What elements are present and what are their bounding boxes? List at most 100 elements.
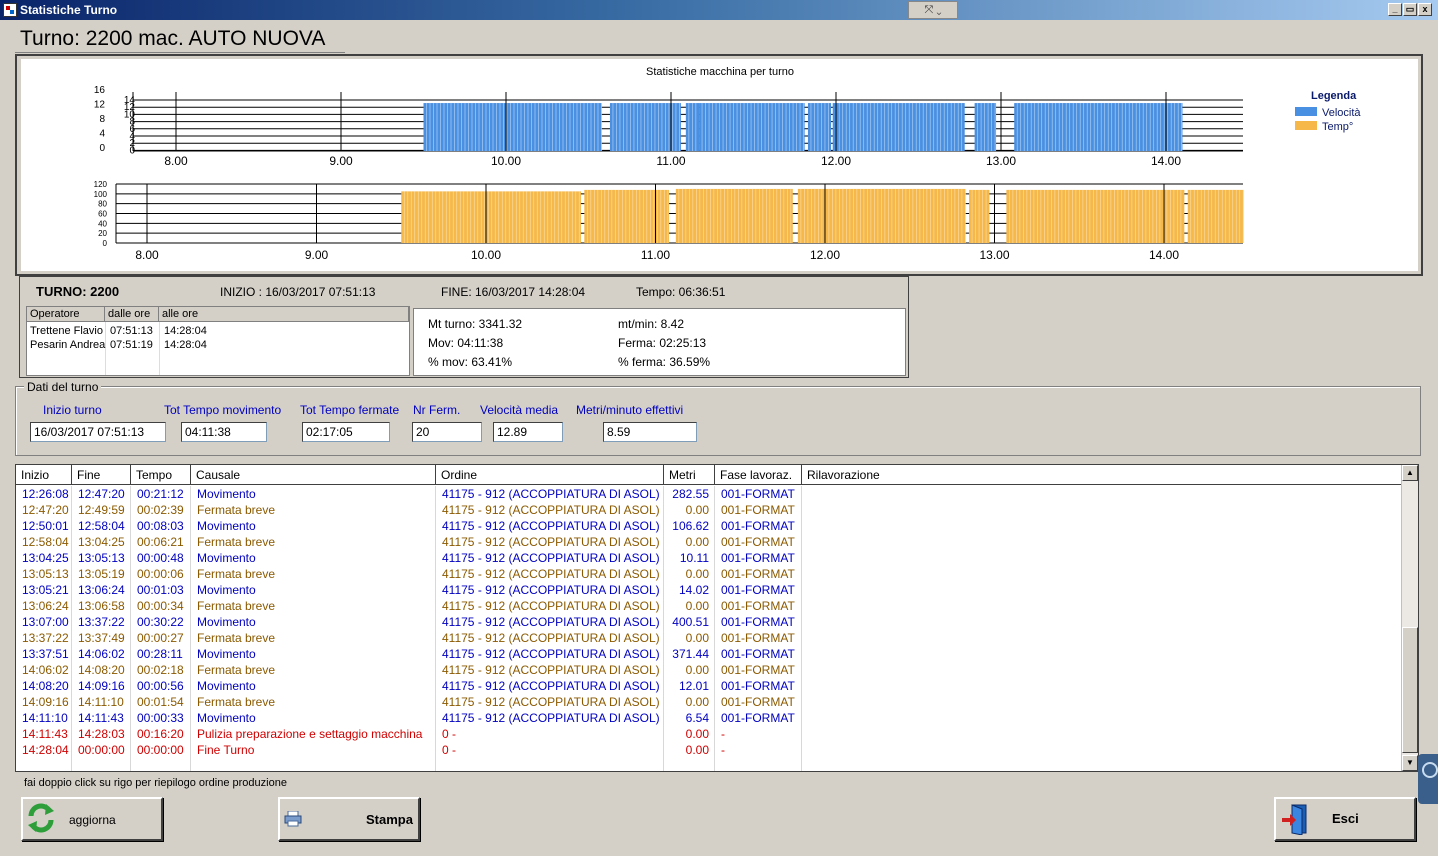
table-row[interactable]: 13:04:25 13:05:13 00:00:48 Movimento 41175 -… [16, 550, 1402, 566]
table-row[interactable]: 14:06:02 14:08:20 00:02:18 Fermata breve 411… [16, 662, 1402, 678]
grid-vertical-scrollbar[interactable]: ▲ ▼ [1401, 465, 1418, 771]
grid-hint: fai doppio click su rigo per riepilogo o… [24, 777, 287, 789]
table-cell: 0.00 [685, 535, 709, 549]
speed-x-tick: 9.00 [329, 154, 353, 168]
app-icon [3, 3, 17, 17]
table-cell: 00:00:06 [137, 567, 184, 581]
table-cell: 371.44 [672, 647, 709, 661]
temp-bar [1006, 189, 1185, 243]
table-cell: 13:04:25 [22, 551, 69, 565]
operator-from[interactable]: 07:51:19 [107, 338, 153, 352]
table-cell: 14:11:10 [78, 695, 124, 709]
table-cell: Movimento [197, 711, 256, 725]
table-row[interactable]: 14:09:16 14:11:10 00:01:54 Fermata breve 411… [16, 694, 1402, 710]
inizio-turno-field[interactable]: 16/03/2017 07:51:13 [30, 422, 166, 442]
table-row[interactable]: 14:08:20 14:09:16 00:00:56 Movimento 41175 -… [16, 678, 1402, 694]
table-cell: 282.55 [672, 487, 709, 501]
operators-table[interactable]: Operatore dalle ore alle ore Trettene Fl… [26, 306, 410, 376]
table-cell: Movimento [197, 551, 256, 565]
grid-header-causale[interactable]: Causale [191, 465, 436, 485]
table-row[interactable]: 12:47:20 12:49:59 00:02:39 Fermata breve 411… [16, 502, 1402, 518]
shift-data-group: Dati del turno Inizio turno 16/03/2017 0… [15, 380, 1421, 456]
table-row[interactable]: 14:28:04 00:00:00 00:00:00 Fine Turno 0 - 0.0… [16, 742, 1402, 758]
table-cell [802, 694, 1402, 710]
velocita-media-field[interactable]: 12.89 [493, 422, 563, 442]
grid-header-tempo[interactable]: Tempo [131, 465, 191, 485]
exit-door-icon [1282, 804, 1307, 835]
window-title: Statistiche Turno [20, 3, 118, 17]
window-titlebar: Statistiche Turno ⤧ ⌄ _ ▭ x [0, 0, 1438, 20]
maximize-button[interactable]: ▭ [1403, 3, 1417, 16]
scroll-down-icon[interactable]: ▼ [1402, 755, 1418, 771]
table-cell: 0.00 [685, 727, 709, 741]
esci-label: Esci [1332, 811, 1359, 826]
close-button[interactable]: x [1418, 3, 1432, 16]
stampa-button[interactable]: Stampa [278, 797, 420, 841]
grid-header-fase-lavoraz[interactable]: Fase lavoraz. [715, 465, 802, 485]
table-row[interactable]: 12:26:08 12:47:20 00:21:12 Movimento 41175 -… [16, 486, 1402, 502]
resize-tools-icon[interactable]: ⤧ ⌄ [908, 1, 958, 19]
events-grid[interactable]: Inizio Fine Tempo Causale Ordine Metri Fase la… [15, 464, 1419, 772]
temp-bar [584, 189, 670, 243]
operator-name[interactable]: Trettene Flavio [27, 324, 103, 338]
table-row[interactable]: 13:05:21 13:06:24 00:01:03 Movimento 41175 -… [16, 582, 1402, 598]
table-cell: 13:06:24 [22, 599, 69, 613]
table-cell: 14:11:43 [22, 727, 68, 741]
tot-fermate-field[interactable]: 02:17:05 [302, 422, 390, 442]
table-cell: Fermata breve [197, 631, 276, 645]
operators-header-operatore[interactable]: Operatore [27, 307, 105, 322]
table-cell: 6.54 [685, 711, 709, 725]
table-row[interactable]: 13:37:51 14:06:02 00:28:11 Movimento 41175 -… [16, 646, 1402, 662]
temp-bar [797, 188, 966, 243]
minimize-button[interactable]: _ [1388, 3, 1402, 16]
metri-minuto-field[interactable]: 8.59 [603, 422, 697, 442]
operators-header-dalle[interactable]: dalle ore [105, 307, 159, 322]
table-cell: 00:01:54 [137, 695, 184, 709]
scrollbar-thumb[interactable] [1402, 627, 1418, 753]
field-label-inizio-turno: Inizio turno [43, 403, 102, 417]
table-cell: 12:58:04 [22, 535, 69, 549]
grid-header-inizio[interactable]: Inizio [16, 465, 72, 485]
temperature-chart: 120100806040200 8.00 9.00 10.00 11.00 12.00 13… [94, 180, 1244, 262]
grid-header-ordine[interactable]: Ordine [436, 465, 664, 485]
chart-frame: Statistiche macchina per turno 16 12 8 4 0 14… [15, 54, 1423, 276]
table-row[interactable]: 14:11:10 14:11:43 00:00:33 Movimento 41175 -… [16, 710, 1402, 726]
table-cell: 12:47:20 [78, 487, 125, 501]
shift-summary-panel: TURNO: 2200 INIZIO : 16/03/2017 07:51:13… [19, 276, 909, 378]
events-grid-body[interactable]: 12:26:08 12:47:20 00:21:12 Movimento 41175 -… [16, 486, 1402, 771]
table-cell [802, 550, 1402, 566]
table-cell: 00:00:48 [137, 551, 184, 565]
table-cell: 14:08:20 [78, 663, 125, 677]
table-cell: 12:26:08 [22, 487, 69, 501]
table-row[interactable]: 13:07:00 13:37:22 00:30:22 Movimento 41175 -… [16, 614, 1402, 630]
operator-name[interactable]: Pesarin Andrea [27, 338, 105, 352]
table-cell: 001-FORMAT [721, 663, 795, 677]
table-cell: 41175 - 912 (ACCOPPIATURA DI ASOL) [442, 679, 660, 693]
table-cell: 12:47:20 [22, 503, 69, 517]
grid-header-rilavorazione[interactable]: Rilavorazione [802, 465, 1402, 485]
tot-movimento-field[interactable]: 04:11:38 [181, 422, 267, 442]
temp-bar [401, 191, 581, 243]
operator-to[interactable]: 14:28:04 [161, 324, 207, 338]
side-panel-tab[interactable] [1418, 754, 1438, 804]
grid-header-fine[interactable]: Fine [72, 465, 131, 485]
table-cell: 13:05:13 [78, 551, 125, 565]
aggiorna-button[interactable]: aggiorna [21, 797, 163, 841]
nr-ferm-field[interactable]: 20 [412, 422, 482, 442]
table-row[interactable]: 12:58:04 13:04:25 00:06:21 Fermata breve 411… [16, 534, 1402, 550]
table-row[interactable]: 13:05:13 13:05:19 00:00:06 Fermata breve 411… [16, 566, 1402, 582]
operator-to[interactable]: 14:28:04 [161, 338, 207, 352]
table-row[interactable]: 13:06:24 13:06:58 00:00:34 Fermata breve 411… [16, 598, 1402, 614]
operator-from[interactable]: 07:51:13 [107, 324, 153, 338]
grid-header-metri[interactable]: Metri [664, 465, 715, 485]
scroll-up-icon[interactable]: ▲ [1402, 465, 1418, 481]
esci-button[interactable]: Esci [1274, 797, 1416, 841]
table-row[interactable]: 14:11:43 14:28:03 00:16:20 Pulizia preparaz… [16, 726, 1402, 742]
table-cell: 001-FORMAT [721, 567, 795, 581]
table-cell [802, 582, 1402, 598]
speed-y-tick: 16 [94, 85, 106, 96]
operators-header-alle[interactable]: alle ore [159, 307, 409, 322]
table-cell: Movimento [197, 647, 256, 661]
table-row[interactable]: 13:37:22 13:37:49 00:00:27 Fermata breve 411… [16, 630, 1402, 646]
table-row[interactable]: 12:50:01 12:58:04 00:08:03 Movimento 41175 -… [16, 518, 1402, 534]
